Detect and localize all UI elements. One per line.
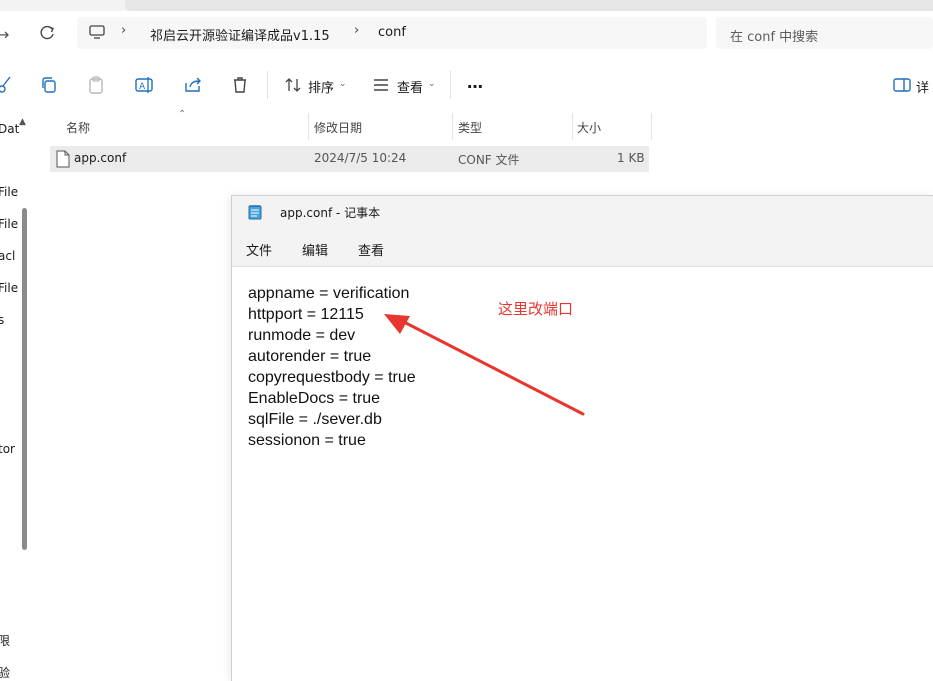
toolbar-divider [267, 71, 268, 99]
file-row[interactable]: app.conf 2024/7/5 10:24 CONF 文件 1 KB [50, 146, 649, 172]
chevron-right-icon[interactable]: › [121, 23, 126, 38]
notepad-title: app.conf - 记事本 [280, 206, 381, 220]
menu-file[interactable]: 文件 [246, 240, 272, 259]
notepad-titlebar[interactable]: app.conf - 记事本 [232, 196, 933, 228]
file-type: CONF 文件 [458, 153, 520, 167]
notepad-icon [248, 205, 262, 220]
view-icon[interactable] [371, 75, 391, 95]
nav-item[interactable]: s [0, 313, 4, 327]
browser-tab-fragment[interactable] [125, 0, 933, 11]
nav-item[interactable]: tor [0, 442, 15, 456]
text-line: appname = verification [248, 285, 410, 302]
file-name: app.conf [74, 151, 127, 165]
rename-icon[interactable]: A [134, 75, 154, 95]
view-button[interactable]: 查看 [397, 77, 423, 96]
nav-item[interactable]: File [0, 185, 18, 199]
computer-icon[interactable] [89, 25, 105, 39]
more-options-button[interactable]: … [467, 73, 483, 92]
column-header-modified[interactable]: 修改日期 [309, 113, 452, 140]
file-size: 1 KB [617, 151, 645, 165]
cut-icon[interactable] [0, 75, 12, 95]
text-line: sqlFile = ./sever.db [248, 411, 382, 428]
column-header-label: 类型 [458, 121, 483, 135]
paste-icon[interactable] [86, 75, 106, 95]
text-line: httpport = 12115 [248, 306, 364, 323]
window-top-strip [0, 0, 933, 11]
toolbar-divider [450, 71, 451, 99]
nav-item[interactable]: 限 [0, 632, 10, 649]
text-line: EnableDocs = true [248, 390, 381, 407]
sort-icon[interactable] [283, 75, 303, 95]
forward-arrow-icon[interactable]: → [0, 25, 9, 44]
nav-item[interactable]: File [0, 281, 18, 295]
command-bar: A 排序 ⌄ 查看 ⌄ … 详 [0, 57, 933, 114]
chevron-down-icon[interactable]: ⌄ [339, 79, 347, 89]
column-header-label: 修改日期 [314, 121, 363, 135]
file-icon [56, 150, 70, 168]
breadcrumb-current[interactable]: conf [378, 25, 406, 40]
nav-item[interactable]: acl [0, 249, 15, 263]
notepad-menubar: 文件 编辑 查看 [232, 228, 933, 267]
copy-icon[interactable] [39, 75, 59, 95]
refresh-icon[interactable] [36, 22, 58, 44]
chevron-right-icon[interactable]: › [354, 23, 359, 38]
svg-text:A: A [139, 82, 146, 92]
text-line: autorender = true [248, 348, 372, 365]
nav-item[interactable]: 验 [0, 664, 10, 680]
text-line: sessionon = true [248, 432, 366, 449]
scroll-up-icon[interactable]: ▲ [19, 117, 26, 127]
column-header-name[interactable]: 名称 [50, 113, 308, 140]
menu-view[interactable]: 查看 [358, 240, 384, 259]
annotation-arrow-icon [384, 314, 585, 416]
breadcrumb-folder[interactable]: 祁启云开源验证编译成品v1.15 [150, 25, 330, 44]
navigation-pane: Dat File File acl File s tor 限 验 ▲ [0, 113, 32, 680]
column-header-type[interactable]: 类型 [453, 113, 572, 140]
notepad-window: app.conf - 记事本 文件 编辑 查看 appname = verifi… [231, 195, 933, 681]
search-placeholder: 在 conf 中搜索 [730, 30, 819, 45]
details-button[interactable]: 详 [916, 77, 929, 96]
column-header-size[interactable]: 大小 [573, 113, 651, 140]
chevron-down-icon[interactable]: ⌄ [428, 79, 436, 89]
file-modified: 2024/7/5 10:24 [314, 151, 407, 165]
address-row: → › 祁启云开源验证编译成品v1.15 › conf 在 conf 中搜索 [0, 11, 933, 57]
details-pane-icon[interactable] [892, 75, 912, 95]
navigation-scrollbar[interactable] [22, 208, 27, 550]
nav-item[interactable]: Dat [0, 122, 19, 136]
sort-button[interactable]: 排序 [308, 77, 334, 96]
menu-edit[interactable]: 编辑 [302, 240, 328, 259]
column-header-label: 名称 [66, 121, 91, 135]
column-header-label: 大小 [577, 121, 602, 135]
column-divider[interactable] [651, 113, 652, 140]
text-line: runmode = dev [248, 327, 356, 344]
share-icon[interactable] [183, 75, 203, 95]
nav-item[interactable]: File [0, 217, 18, 231]
address-bar[interactable]: › 祁启云开源验证编译成品v1.15 › conf [77, 17, 707, 49]
search-input[interactable]: 在 conf 中搜索 [716, 17, 933, 49]
delete-icon[interactable] [230, 75, 250, 95]
